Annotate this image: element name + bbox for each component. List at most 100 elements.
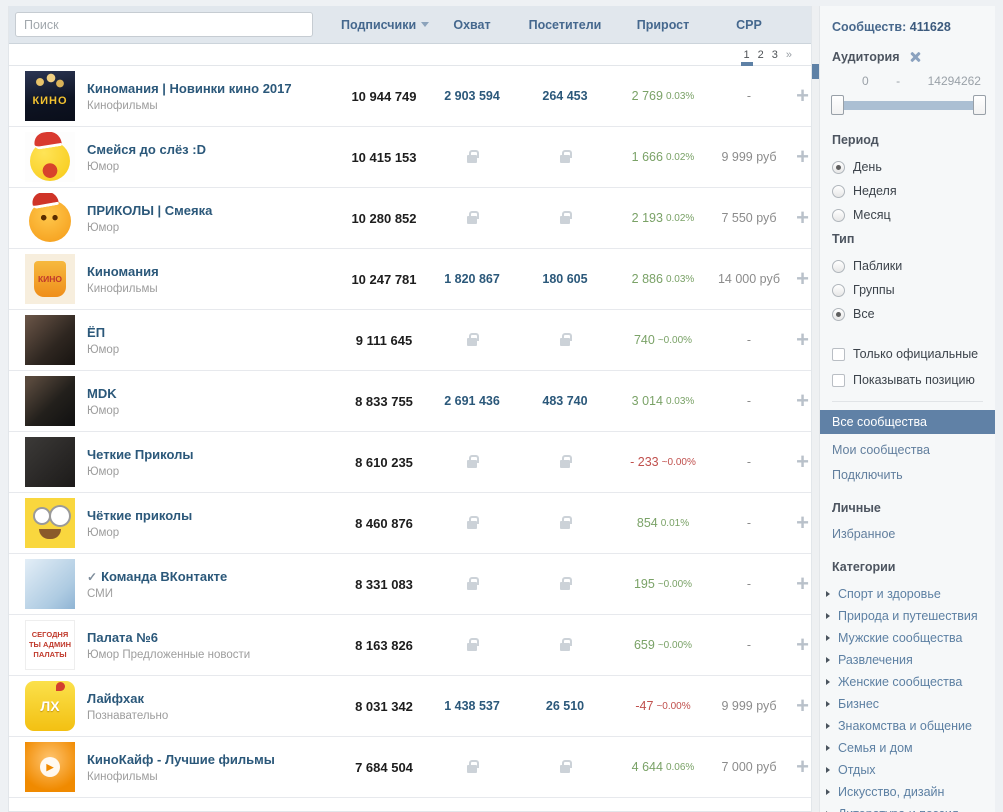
- radio-unchecked-icon[interactable]: [832, 260, 845, 273]
- checkbox-option[interactable]: Показывать позицию: [832, 373, 985, 387]
- sidebar-nav-item-2[interactable]: Подключить: [832, 464, 985, 486]
- sidebar-nav-item-0[interactable]: Все сообщества: [820, 410, 995, 434]
- community-name[interactable]: Палата №6: [87, 630, 333, 645]
- community-name[interactable]: Смейся до слёз :D: [87, 142, 333, 157]
- radio-unchecked-icon[interactable]: [832, 284, 845, 297]
- table-row[interactable]: Чёткие приколы Юмор 8 460 876 8540.01% -…: [9, 493, 811, 554]
- category-item[interactable]: Искусство, дизайн: [832, 785, 985, 798]
- sidebar-nav-item-1[interactable]: Мои сообщества: [832, 439, 985, 461]
- add-button[interactable]: +: [785, 329, 813, 351]
- add-button[interactable]: +: [785, 512, 813, 534]
- reach-value: 1 438 537: [427, 699, 517, 713]
- add-button[interactable]: +: [785, 268, 813, 290]
- category-item[interactable]: Женские сообщества: [832, 675, 985, 688]
- radio-unchecked-icon[interactable]: [832, 209, 845, 222]
- add-button[interactable]: +: [785, 85, 813, 107]
- category-item[interactable]: Знакомства и общение: [832, 719, 985, 732]
- community-name[interactable]: Лайфхак: [87, 691, 333, 706]
- community-avatar[interactable]: [25, 193, 75, 243]
- table-row[interactable]: ✓Команда ВКонтакте СМИ 8 331 083 195~0.0…: [9, 554, 811, 615]
- community-avatar[interactable]: [25, 437, 75, 487]
- category-item[interactable]: Литература и поэзия: [832, 807, 985, 812]
- community-name[interactable]: Киномания: [87, 264, 333, 279]
- category-item[interactable]: Семья и дом: [832, 741, 985, 754]
- table-row[interactable]: ЛХ Лайфхак Познавательно 8 031 342 1 438…: [9, 676, 811, 737]
- community-avatar[interactable]: [25, 498, 75, 548]
- column-header-growth[interactable]: Прирост: [613, 18, 713, 32]
- table-row[interactable]: ▶ КиноКайф - Лучшие фильмы Кинофильмы 7 …: [9, 737, 811, 798]
- category-item[interactable]: Бизнес: [832, 697, 985, 710]
- community-name[interactable]: Четкие Приколы: [87, 447, 333, 462]
- community-avatar[interactable]: КИНО: [25, 254, 75, 304]
- community-avatar[interactable]: СЕГОДНЯ ТЫ АДМИН ПАЛАТЫ: [25, 620, 75, 670]
- slider-handle-right[interactable]: [973, 95, 986, 115]
- table-row[interactable]: MDK Юмор 8 833 755 2 691 436 483 740 3 0…: [9, 371, 811, 432]
- community-avatar[interactable]: КИНО: [25, 71, 75, 121]
- radio-checked-icon[interactable]: [832, 161, 845, 174]
- community-avatar[interactable]: [25, 132, 75, 182]
- column-header-cpp[interactable]: CPP: [713, 18, 785, 32]
- community-name[interactable]: ЁП: [87, 325, 333, 340]
- radio-option[interactable]: Неделя: [832, 184, 985, 198]
- add-button[interactable]: +: [785, 146, 813, 168]
- radio-checked-icon[interactable]: [832, 308, 845, 321]
- column-header-subscribers[interactable]: Подписчики: [341, 18, 427, 32]
- table-row[interactable]: КИНО Киномания | Новинки кино 2017 Киноф…: [9, 66, 811, 127]
- category-item[interactable]: Отдых: [832, 763, 985, 776]
- community-name[interactable]: КиноКайф - Лучшие фильмы: [87, 752, 333, 767]
- radio-option[interactable]: Паблики: [832, 259, 985, 273]
- radio-option[interactable]: Все: [832, 307, 985, 321]
- page-1[interactable]: 1: [743, 48, 751, 62]
- add-button[interactable]: +: [785, 634, 813, 656]
- checkbox-unchecked-icon[interactable]: [832, 348, 845, 361]
- table-row[interactable]: Четкие Приколы Юмор 8 610 235 - 233~0.00…: [9, 432, 811, 493]
- community-name[interactable]: Чёткие приколы: [87, 508, 333, 523]
- add-button[interactable]: +: [785, 390, 813, 412]
- slider-track[interactable]: [834, 101, 983, 110]
- add-button[interactable]: +: [785, 573, 813, 595]
- cpp-value: -: [713, 333, 785, 347]
- community-name[interactable]: ✓Команда ВКонтакте: [87, 569, 333, 584]
- community-avatar[interactable]: ▶: [25, 742, 75, 792]
- close-icon[interactable]: [909, 51, 921, 63]
- category-item[interactable]: Спорт и здоровье: [832, 587, 985, 600]
- add-button[interactable]: +: [785, 451, 813, 473]
- community-avatar[interactable]: [25, 559, 75, 609]
- community-avatar[interactable]: ЛХ: [25, 681, 75, 731]
- checkbox-option[interactable]: Только официальные: [832, 347, 985, 361]
- community-name[interactable]: Киномания | Новинки кино 2017: [87, 81, 333, 96]
- communities-panel: Подписчики Охват Посетители Прирост CPP …: [8, 6, 812, 812]
- table-row[interactable]: Смейся до слёз :D Юмор 10 415 153 1 6660…: [9, 127, 811, 188]
- table-row[interactable]: СЕГОДНЯ ТЫ АДМИН ПАЛАТЫ Палата №6 Юмор П…: [9, 615, 811, 676]
- checkbox-unchecked-icon[interactable]: [832, 374, 845, 387]
- radio-unchecked-icon[interactable]: [832, 185, 845, 198]
- table-row[interactable]: ЁП Юмор 9 111 645 740~0.00% - +: [9, 310, 811, 371]
- page-3[interactable]: 3: [771, 48, 779, 62]
- category-item[interactable]: Развлечения: [832, 653, 985, 666]
- scrollbar-track[interactable]: [812, 6, 819, 812]
- community-name[interactable]: ПРИКОЛЫ | Смеяка: [87, 203, 333, 218]
- column-header-visitors[interactable]: Посетители: [517, 18, 613, 32]
- personal-item[interactable]: Избранное: [832, 525, 985, 543]
- add-button[interactable]: +: [785, 207, 813, 229]
- next-page-button[interactable]: »: [785, 48, 793, 62]
- add-button[interactable]: +: [785, 695, 813, 717]
- column-header-reach[interactable]: Охват: [427, 18, 517, 32]
- scrollbar-thumb[interactable]: [812, 64, 819, 79]
- radio-option[interactable]: Месяц: [832, 208, 985, 222]
- community-avatar[interactable]: [25, 376, 75, 426]
- community-name[interactable]: MDK: [87, 386, 333, 401]
- table-row[interactable]: КИНО Киномания Кинофильмы 10 247 781 1 8…: [9, 249, 811, 310]
- category-item[interactable]: Мужские сообщества: [832, 631, 985, 644]
- search-input[interactable]: [15, 12, 313, 37]
- slider-handle-left[interactable]: [831, 95, 844, 115]
- add-button[interactable]: +: [785, 756, 813, 778]
- verified-icon: ✓: [87, 570, 97, 584]
- radio-option[interactable]: Группы: [832, 283, 985, 297]
- radio-option[interactable]: День: [832, 160, 985, 174]
- category-item[interactable]: Природа и путешествия: [832, 609, 985, 622]
- community-avatar[interactable]: [25, 315, 75, 365]
- page-2[interactable]: 2: [757, 48, 765, 62]
- audience-range-slider[interactable]: [832, 95, 985, 115]
- table-row[interactable]: ПРИКОЛЫ | Смеяка Юмор 10 280 852 2 1930.…: [9, 188, 811, 249]
